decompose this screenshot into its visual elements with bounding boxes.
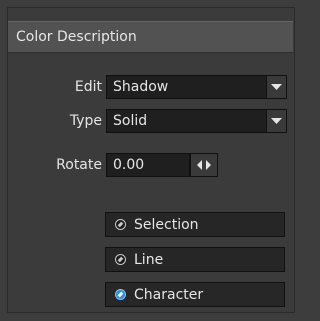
type-label: Type [69, 113, 102, 129]
rotate-label: Rotate [56, 157, 102, 173]
selection-button-label: Selection [134, 217, 199, 233]
type-dropdown-value: Solid [113, 113, 148, 129]
type-dropdown-arrow[interactable] [266, 110, 286, 132]
rotate-input[interactable]: 0.00 [106, 153, 190, 177]
panel-header: Color Description [8, 21, 293, 53]
left-right-arrows-icon [197, 160, 211, 170]
selection-button[interactable]: Selection [105, 212, 285, 237]
radio-dot-selected-icon [115, 289, 126, 300]
radio-dot-icon [115, 254, 126, 265]
rotate-value: 0.00 [113, 157, 145, 173]
edit-dropdown[interactable]: Shadow [106, 75, 287, 99]
character-button-label: Character [134, 287, 204, 303]
line-button-label: Line [134, 252, 164, 268]
type-dropdown[interactable]: Solid [106, 109, 287, 133]
character-button[interactable]: Character [105, 282, 285, 307]
radio-dot-icon [115, 219, 126, 230]
edit-dropdown-value: Shadow [113, 79, 169, 95]
triangle-down-icon [271, 84, 282, 90]
edit-dropdown-arrow[interactable] [266, 76, 286, 98]
rotate-stepper[interactable] [190, 153, 218, 177]
line-button[interactable]: Line [105, 247, 285, 272]
edit-label: Edit [74, 79, 102, 95]
panel-title: Color Description [16, 29, 137, 45]
triangle-down-icon [271, 118, 282, 124]
